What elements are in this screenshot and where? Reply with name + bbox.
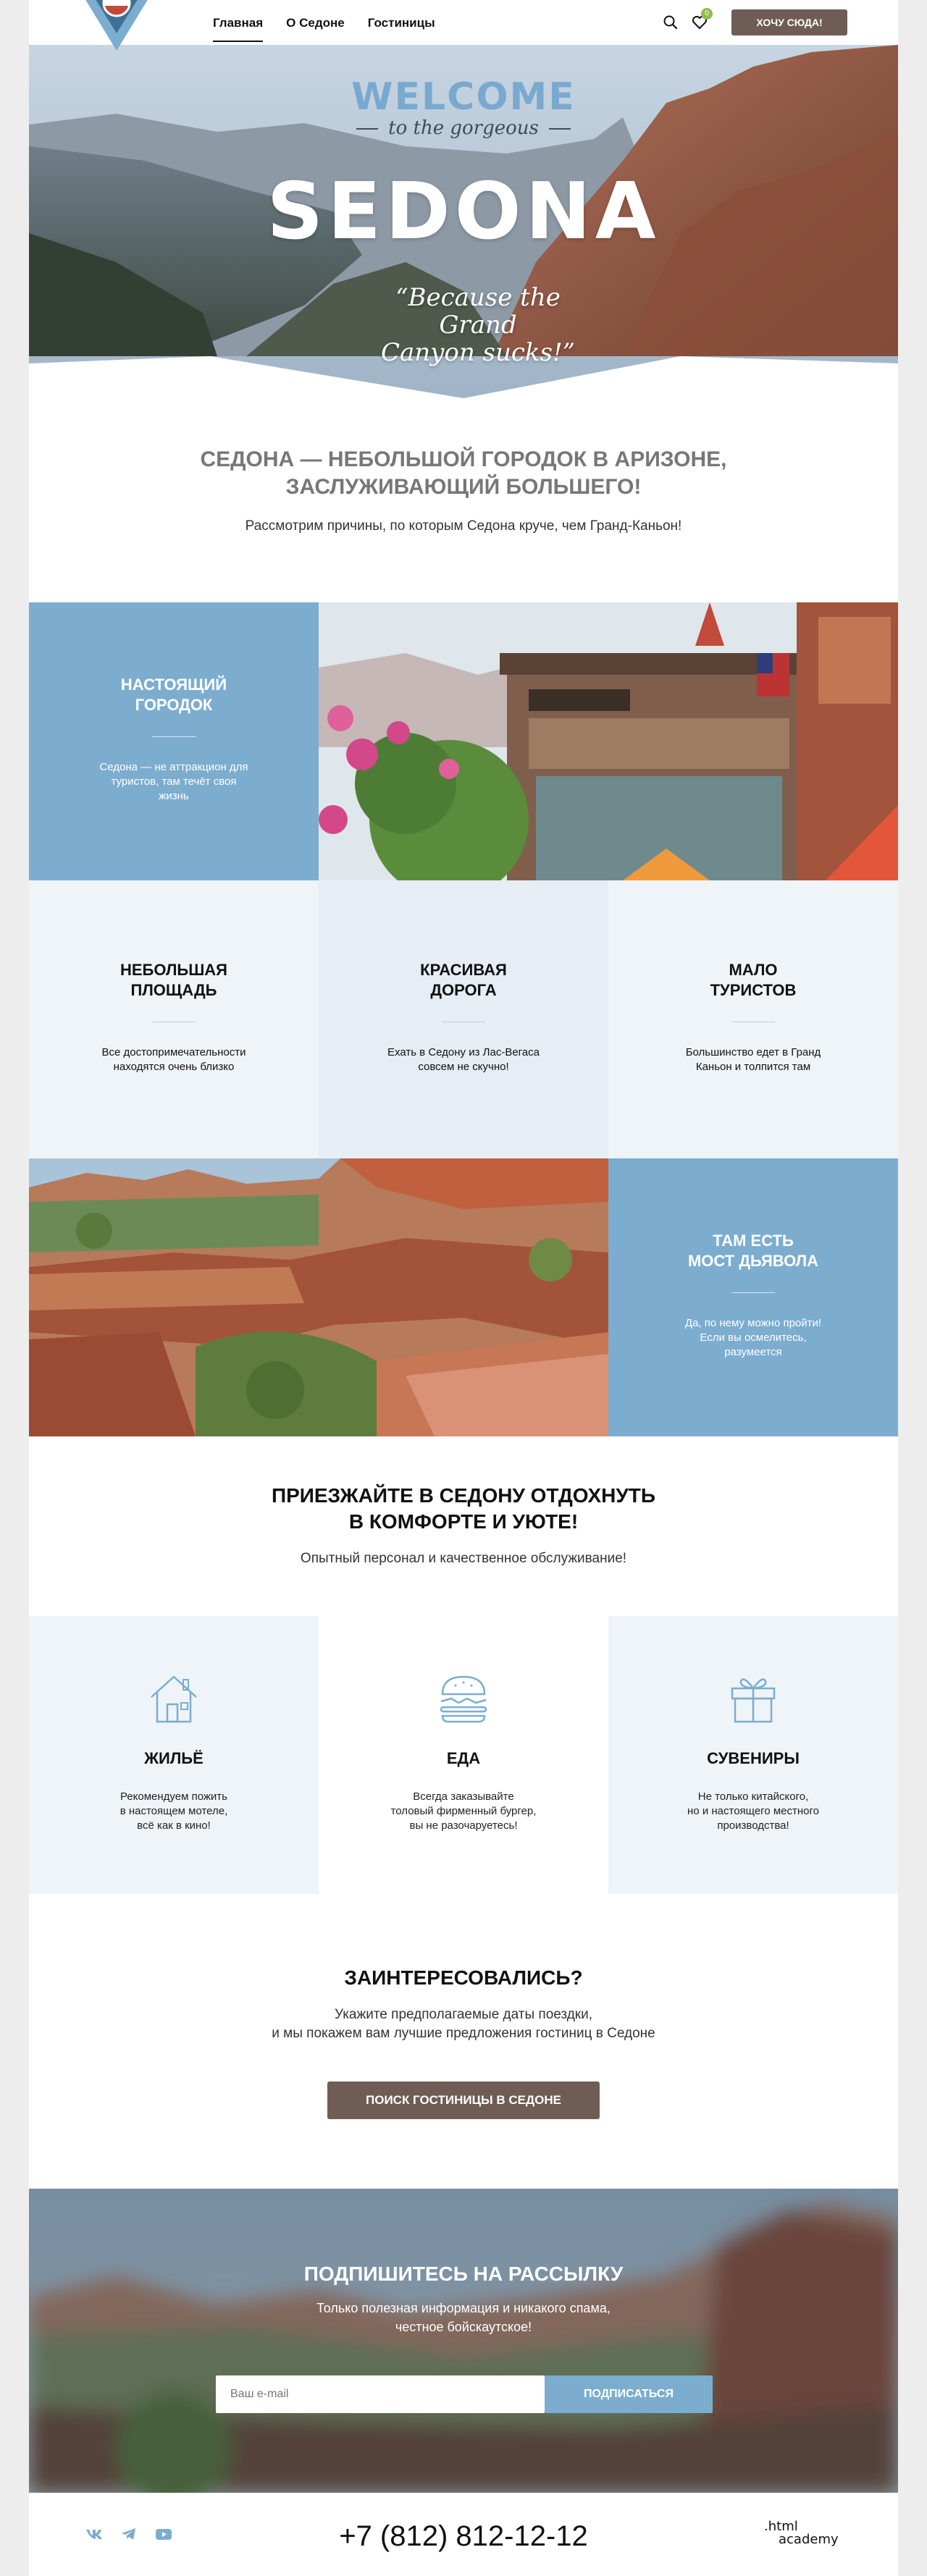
main-nav: Главная О Седоне Гостиницы <box>213 16 458 42</box>
nav-link-home[interactable]: Главная <box>213 16 264 42</box>
comfort-title: ПРИЕЗЖАЙТЕ В СЕДОНУ ОТДОХНУТЬ В КОМФОРТЕ … <box>271 1484 656 1533</box>
comfort-item-food: ЕДА Всегда заказывайте толовый фирменный … <box>319 1616 608 1894</box>
hero-title: SEDONA <box>267 167 660 257</box>
hero-quote-line: Canyon sucks!” <box>380 338 576 367</box>
divider <box>731 1292 775 1293</box>
feature-beautiful-road: КРАСИВАЯ ДОРОГА Ехать в Седону из Лас-Вег… <box>319 880 608 1158</box>
feature-real-town: НАСТОЯЩИЙ ГОРОДОК Седона — не аттракцион … <box>29 602 319 880</box>
intro-title: СЕДОНА — НЕБОЛЬШОЙ ГОРОДОК В АРИЗОНЕ, ЗА… <box>29 446 898 501</box>
comfort-item-title: ЖИЛЬЁ <box>144 1749 204 1767</box>
subscribe-title: ПОДПИШИТЕСЬ НА РАССЫЛКУ <box>303 2263 624 2285</box>
feature-text: Ехать в Седону из Лас-Вегаса совсем не ск… <box>387 1046 540 1073</box>
html-academy-logo[interactable]: .html academy <box>764 2520 851 2546</box>
feature-title: НЕБОЛЬШАЯ ПЛОЩАДЬ <box>120 961 227 999</box>
town-street-photo <box>319 602 898 880</box>
feature-small-area: НЕБОЛЬШАЯ ПЛОЩАДЬ Все достопримечательнос… <box>29 880 319 1158</box>
subscribe-button[interactable]: ПОДПИСАТЬСЯ <box>545 2375 713 2413</box>
subscribe-section: ПОДПИШИТЕСЬ НА РАССЫЛКУ Только полезная … <box>29 2189 898 2493</box>
gift-icon <box>731 1678 776 1723</box>
comfort-item-souvenirs: СУВЕНИРЫ Не только китайского, но и насто… <box>608 1616 898 1894</box>
comfort-item-title: СУВЕНИРЫ <box>707 1749 800 1767</box>
academy-logo-line: academy <box>779 2532 839 2547</box>
site-header: Главная О Седоне Гостиницы 0 ХОЧУ СЮДА! <box>29 0 898 51</box>
hero-subtitle: to the gorgeous <box>29 117 898 139</box>
devil-bridge-photo <box>29 1158 608 1436</box>
feature-title: НАСТОЯЩИЙ ГОРОДОК <box>120 675 227 714</box>
comfort-item-housing: ЖИЛЬЁ Рекомендуем пожить в настоящем моте… <box>29 1616 319 1894</box>
comfort-item-title: ЕДА <box>446 1749 481 1767</box>
hero-welcome-text: WELCOME <box>351 75 576 119</box>
nav-link-about[interactable]: О Седоне <box>286 16 345 42</box>
burger-icon <box>440 1675 487 1723</box>
interested-text: Укажите предполагаемые даты поездки, и мы… <box>272 2007 655 2041</box>
feature-few-tourists: МАЛО ТУРИСТОВ Большинство едет в Гранд Кан… <box>608 880 898 1158</box>
hero-banner: WELCOME to the gorgeous SEDONA “Because … <box>29 45 898 407</box>
page: Главная О Седоне Гостиницы 0 ХОЧУ СЮДА! <box>29 0 898 2576</box>
interested-title: ЗАИНТЕРЕСОВАЛИСЬ? <box>344 1966 583 1989</box>
comfort-subtitle: Опытный персонал и качественное обслужив… <box>300 1551 627 1566</box>
comfort-item-text: Всегда заказывайте толовый фирменный бург… <box>390 1790 537 1832</box>
intro-subtitle: Рассмотрим причины, по которым Седона кр… <box>245 518 682 534</box>
feature-text: Да, по нему можно пройти! Если вы осмелит… <box>684 1317 822 1358</box>
nav-link-hotels[interactable]: Гостиницы <box>368 16 435 42</box>
feature-text: Седона — не аттракцион для туристов, там … <box>99 761 248 802</box>
intro-title-line: СЕДОНА — НЕБОЛЬШОЙ ГОРОДОК В АРИЗОНЕ, <box>200 447 727 471</box>
feature-text: Большинство едет в Гранд Каньон и толпитс… <box>685 1046 821 1073</box>
comfort-item-text: Не только китайского, но и настоящего мес… <box>687 1790 819 1832</box>
subscribe-text: Только полезная информация и никакого сп… <box>316 2301 611 2334</box>
subscribe-background-image <box>29 2189 898 2493</box>
favorites-count-badge: 0 <box>701 8 713 20</box>
email-field[interactable] <box>216 2375 545 2413</box>
search-icon[interactable] <box>663 14 679 30</box>
feature-text: Все достопримечательности находятся очень… <box>101 1046 246 1073</box>
hero-quote-line: “Because the Grand <box>395 283 561 340</box>
sedona-logo[interactable] <box>77 0 156 51</box>
feature-devil-bridge: ТАМ ЕСТЬ МОСТ ДЬЯВОЛА Да, по нему можно п… <box>608 1158 898 1436</box>
site-footer: +7 (812) 812-12-12 .html academy <box>29 2493 898 2576</box>
search-hotels-button[interactable]: ПОИСК ГОСТИНИЦЫ В СЕДОНЕ <box>327 2082 600 2119</box>
want-here-button[interactable]: ХОЧУ СЮДА! <box>731 9 847 35</box>
comfort-item-text: Рекомендуем пожить в настоящем мотеле, всё… <box>119 1790 228 1832</box>
feature-title: МАЛО ТУРИСТОВ <box>710 961 797 999</box>
feature-title: ТАМ ЕСТЬ МОСТ ДЬЯВОЛА <box>687 1232 819 1270</box>
divider <box>152 736 196 737</box>
intro-title-line: ЗАСЛУЖИВАЮЩИЙ БОЛЬШЕГО! <box>285 475 642 499</box>
hero-subtitle-text: to the gorgeous <box>388 117 539 139</box>
house-icon <box>151 1675 197 1723</box>
hero-quote: “Because the Grand Canyon sucks!” <box>355 284 601 366</box>
feature-title: КРАСИВАЯ ДОРОГА <box>420 961 507 999</box>
